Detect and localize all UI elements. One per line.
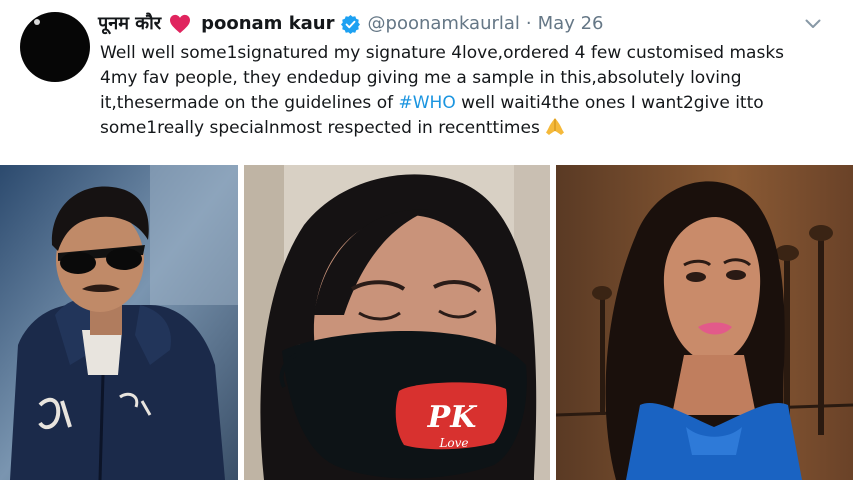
chevron-down-icon[interactable] — [803, 14, 823, 34]
display-name-hindi[interactable]: पूनम कौर — [98, 10, 161, 38]
tweet-text: Well well some1signatured my signature 4… — [100, 41, 820, 144]
tweet-header: पूनम कौर poonam kaur @poonamkaurlal · Ma… — [98, 10, 604, 38]
verified-badge-icon — [340, 14, 360, 34]
user-handle[interactable]: @poonamkaurlal — [368, 10, 520, 38]
photo-right-woman-blue-top[interactable] — [556, 165, 853, 480]
tweet-date[interactable]: May 26 — [538, 10, 604, 38]
mask-print-initials: PK — [427, 400, 479, 435]
photo-left-man-sunglasses[interactable] — [0, 165, 238, 480]
folded-hands-emoji-icon — [544, 116, 566, 144]
photo-center-woman-mask[interactable]: PK Love — [244, 165, 550, 480]
mask-print-word: Love — [438, 436, 468, 450]
hashtag-link[interactable]: #WHO — [398, 93, 455, 113]
avatar-highlight — [34, 19, 40, 25]
avatar[interactable] — [20, 12, 90, 82]
heart-icon — [169, 14, 191, 34]
header-separator: · — [525, 13, 532, 34]
display-name[interactable]: poonam kaur — [201, 10, 334, 38]
